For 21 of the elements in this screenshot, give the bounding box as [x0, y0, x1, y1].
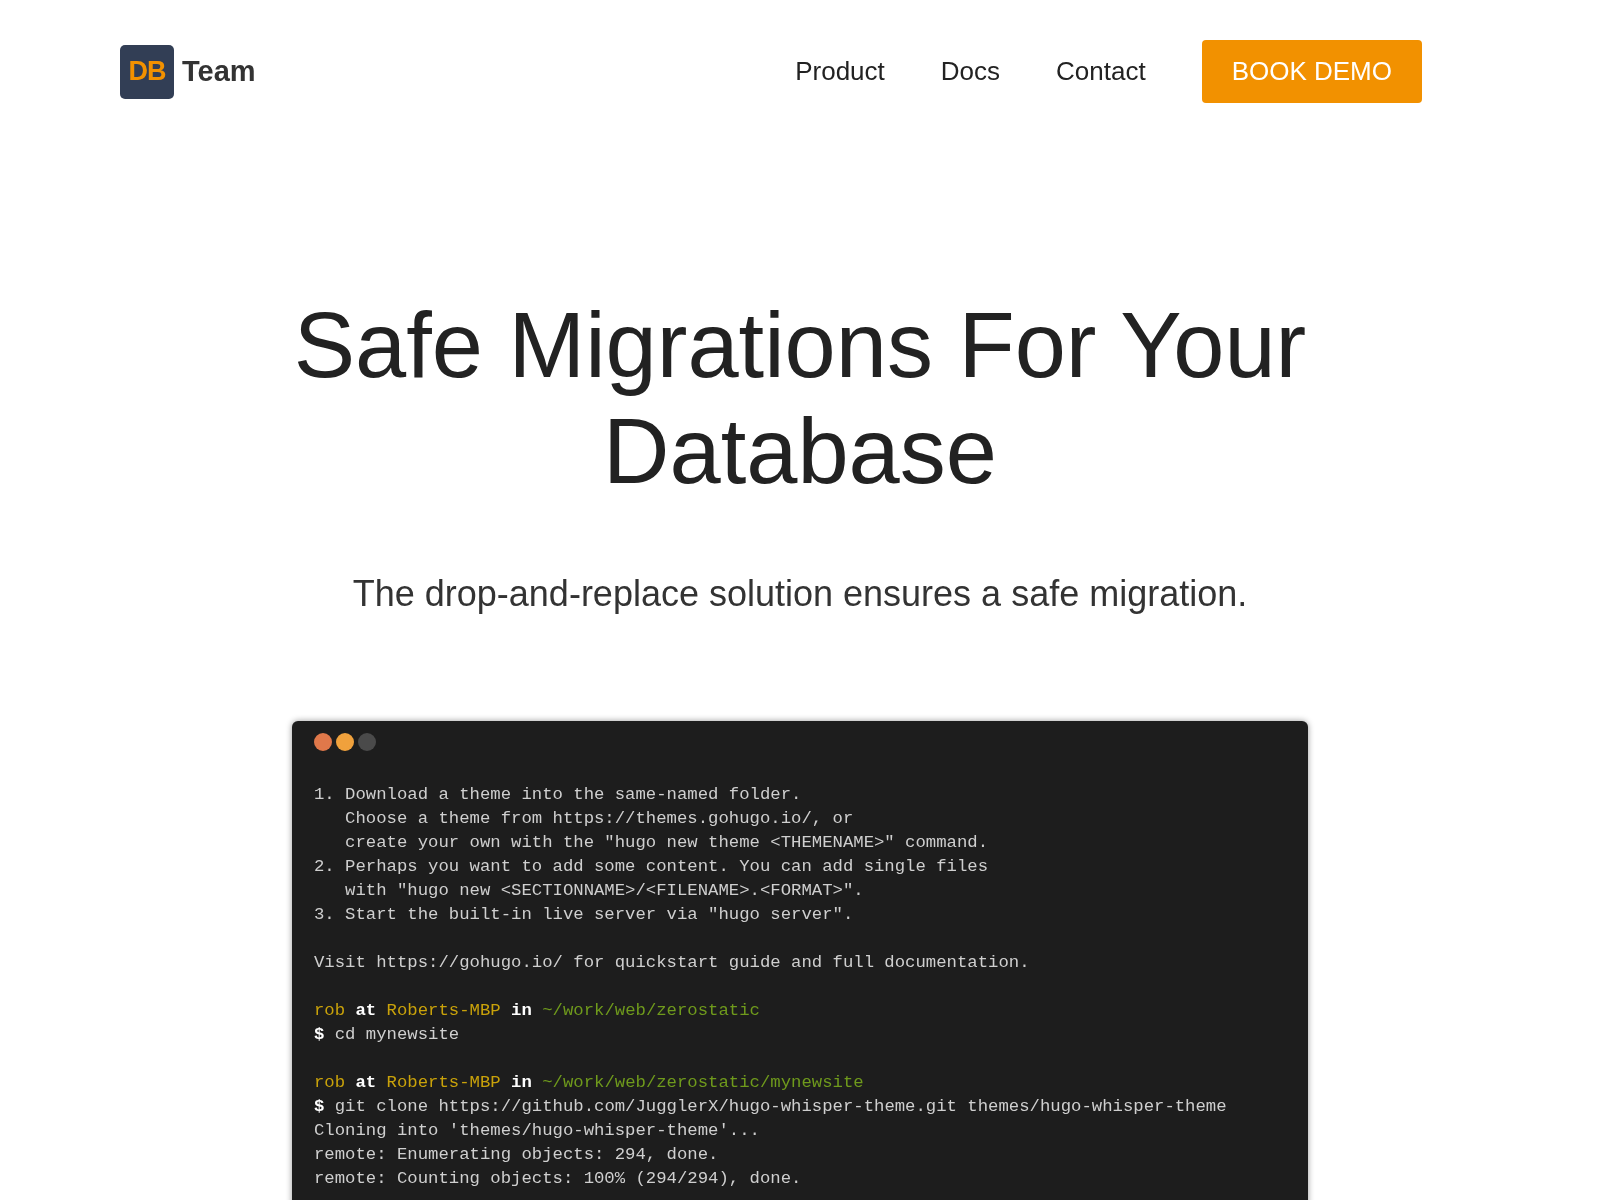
- terminal-line: Visit https://gohugo.io/ for quickstart guide and full documentation.: [314, 951, 1031, 974]
- terminal-line: remote: Counting objects: 100% (294/294), done.: [314, 1167, 803, 1190]
- terminal-line: remote: Enumerating objects: 294, done.: [314, 1143, 720, 1166]
- brand-name: Team: [182, 53, 256, 89]
- logo-mark: DB: [120, 44, 174, 99]
- terminal-line: rob at Roberts-MBP in ~/work/web/zerostatic/mynewsite: [314, 1071, 865, 1094]
- terminal-line: 1. Download a theme into the same-named folder.: [314, 783, 803, 806]
- terminal-line: $ git clone https://github.com/JugglerX/hugo-whisper-theme.git themes/hugo-whisper-theme: [314, 1095, 1228, 1118]
- nav-link[interactable]: Docs: [940, 52, 1001, 91]
- terminal-line: with "hugo new <SECTIONNAME>/<FILENAME>.<FORMAT>".: [344, 879, 865, 902]
- terminal-line: 3. Start the built-in live server via "hugo server".: [314, 903, 855, 926]
- terminal-line: rob at Roberts-MBP in ~/work/web/zerostatic: [314, 999, 761, 1022]
- nav-link[interactable]: Contact: [1056, 52, 1146, 91]
- terminal-line: Cloning into 'themes/hugo-whisper-theme'...: [314, 1119, 761, 1142]
- hero-subtitle: The drop-and-replace solution ensures a safe migration.: [351, 571, 1249, 616]
- terminal-line: create your own with the "hugo new theme <THEMENAME>" command.: [344, 831, 990, 854]
- terminal-line: $ cd mynewsite: [314, 1023, 461, 1046]
- terminal-line: 2. Perhaps you want to add some content. You can add single files: [314, 855, 990, 878]
- terminal-line: Choose a theme from https://themes.gohugo.io/, or: [344, 807, 855, 830]
- nav-link[interactable]: Product: [795, 52, 885, 91]
- hero-title: Safe Migrations For Your Database: [292, 293, 1308, 504]
